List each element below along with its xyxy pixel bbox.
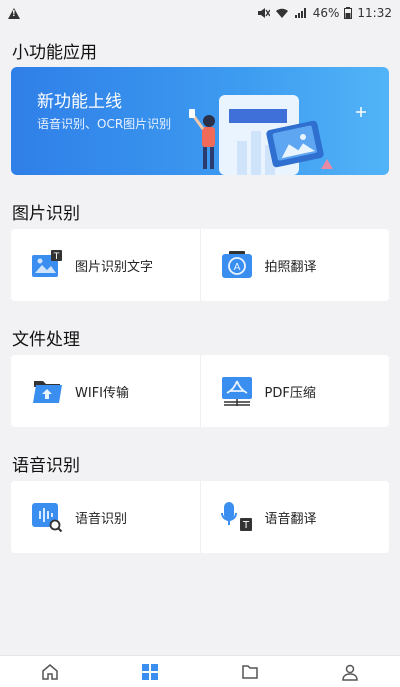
voice-translate-label: 语音翻译 bbox=[264, 511, 317, 527]
warning-icon bbox=[8, 7, 20, 19]
signal-icon bbox=[294, 8, 306, 18]
photo-translate-button[interactable]: A 拍照翻译 bbox=[199, 229, 390, 301]
nav-home[interactable] bbox=[30, 657, 70, 687]
image-text-icon: T bbox=[31, 249, 63, 281]
banner-title: 新功能上线 bbox=[37, 92, 122, 112]
svg-text:T: T bbox=[53, 252, 60, 262]
file-tools-card: WIFI传输 PDF压缩 bbox=[11, 355, 389, 427]
battery-icon bbox=[344, 7, 353, 19]
image-to-text-label: 图片识别文字 bbox=[75, 259, 154, 275]
voice-recognition-label: 语音识别 bbox=[75, 511, 128, 527]
voice-translate-button[interactable]: T 语音翻译 bbox=[199, 481, 390, 553]
user-icon bbox=[342, 664, 358, 681]
clock: 11:32 bbox=[357, 6, 392, 20]
section-title-mini-apps: 小功能应用 bbox=[12, 43, 97, 63]
section-title-image: 图片识别 bbox=[12, 204, 80, 224]
banner-illustration bbox=[189, 95, 366, 175]
apps-icon bbox=[142, 663, 158, 680]
folder-icon bbox=[242, 664, 258, 679]
banner-subtitle: 语音识别、OCR图片识别 bbox=[37, 117, 172, 131]
camera-translate-icon: A bbox=[221, 249, 253, 281]
nav-apps[interactable] bbox=[130, 657, 170, 687]
pdf-compress-label: PDF压缩 bbox=[264, 385, 316, 401]
mic-translate-icon: T bbox=[220, 501, 253, 533]
photo-translate-label: 拍照翻译 bbox=[264, 259, 317, 275]
promo-banner[interactable]: 新功能上线 语音识别、OCR图片识别 bbox=[11, 67, 389, 175]
bottom-navigation bbox=[0, 655, 400, 687]
wifi-icon bbox=[275, 8, 288, 18]
pdf-icon bbox=[221, 375, 253, 407]
wifi-transfer-label: WIFI传输 bbox=[75, 385, 129, 401]
voice-search-icon bbox=[31, 501, 63, 533]
folder-upload-icon bbox=[31, 375, 63, 407]
svg-text:A: A bbox=[233, 262, 240, 273]
voice-recognition-button[interactable]: 语音识别 bbox=[11, 481, 200, 553]
wifi-transfer-button[interactable]: WIFI传输 bbox=[11, 355, 200, 427]
section-title-voice: 语音识别 bbox=[12, 456, 80, 476]
nav-files[interactable] bbox=[230, 657, 270, 687]
section-title-file: 文件处理 bbox=[12, 330, 80, 350]
mute-icon bbox=[257, 8, 270, 18]
nav-profile[interactable] bbox=[330, 657, 370, 687]
home-icon bbox=[42, 663, 58, 680]
svg-text:T: T bbox=[241, 520, 249, 531]
voice-tools-card: 语音识别 T 语音翻译 bbox=[11, 481, 389, 553]
image-tools-card: T 图片识别文字 A 拍照翻译 bbox=[11, 229, 389, 301]
battery-percent: 46% bbox=[312, 6, 340, 20]
image-to-text-button[interactable]: T 图片识别文字 bbox=[11, 229, 200, 301]
pdf-compress-button[interactable]: PDF压缩 bbox=[199, 355, 390, 427]
status-bar: 46% 11:32 bbox=[0, 0, 400, 26]
